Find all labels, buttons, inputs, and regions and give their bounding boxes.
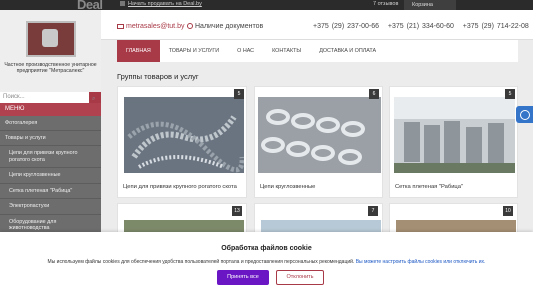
nav-about[interactable]: О НАС — [228, 40, 263, 62]
company-name: Частное производственное унитарное предп… — [4, 62, 97, 75]
company-logo[interactable] — [26, 21, 76, 57]
card-caption[interactable]: Цепи круглозвенные — [260, 184, 315, 190]
reviews-link[interactable]: 7 отзывов — [373, 1, 398, 7]
email-text: metrasales@tut.by — [126, 23, 185, 30]
main-nav: ГЛАВНАЯ ТОВАРЫ И УСЛУГИ О НАС КОНТАКТЫ Д… — [117, 40, 518, 62]
nav-products[interactable]: ТОВАРЫ И УСЛУГИ — [160, 40, 228, 62]
cookie-text: Мы используем файлы cookies для обеспече… — [0, 259, 533, 265]
envelope-icon — [117, 23, 124, 29]
phone-1[interactable]: +375 (29) 237-00-66 — [313, 23, 379, 30]
mesh-rolls-photo[interactable] — [394, 97, 515, 173]
check-icon — [187, 23, 193, 30]
product-card[interactable]: 5 Цепи для привязи крупного рогатого ско… — [117, 86, 247, 198]
sidebar-item-products[interactable]: Товары и услуги — [0, 131, 101, 146]
company-block: Частное производственное унитарное предп… — [0, 10, 101, 92]
email-link[interactable]: metrasales@tut.by — [117, 23, 184, 30]
photo-count-badge: 10 — [503, 206, 513, 216]
phone-2[interactable]: +375 (21) 334-60-60 — [388, 23, 454, 30]
sell-link[interactable]: Начать продавать на Deal.by — [120, 1, 202, 7]
sidebar-item-mesh[interactable]: Сетка плетеная "Рабица" — [0, 184, 101, 199]
documents-link[interactable]: Наличие документов — [187, 23, 263, 30]
sell-link-label: Начать продавать на Deal.by — [128, 1, 202, 7]
cookie-banner: Обработка файлов cookie Мы используем фа… — [0, 232, 533, 300]
nav-contacts[interactable]: КОНТАКТЫ — [263, 40, 310, 62]
sidebar-menu: Фотогалерея Товары и услуги Цепи для при… — [0, 116, 101, 237]
page-title: Группы товаров и услуг — [117, 72, 199, 81]
photo-count-badge: 13 — [232, 206, 242, 216]
chains-pile-photo[interactable] — [124, 97, 244, 173]
product-card[interactable]: 5 Сетка плетеная "Рабица" — [389, 86, 518, 198]
accept-all-button[interactable]: Принять все — [217, 270, 269, 285]
photo-count-badge: 6 — [369, 89, 379, 99]
site-header: metrasales@tut.by Наличие документов +37… — [101, 10, 533, 40]
menu-title: МЕНЮ — [0, 103, 101, 116]
search-icon: ⌕ — [92, 96, 96, 102]
search-box[interactable]: Поиск... ⌕ — [0, 92, 101, 103]
cookie-settings-link[interactable]: Вы можете настроить файлы cookies или от… — [356, 259, 486, 265]
photo-count-badge: 5 — [234, 89, 244, 99]
top-bar: Deal Начать продавать на Deal.by 7 отзыв… — [0, 0, 533, 12]
decline-button[interactable]: Отклонить — [276, 270, 324, 285]
cart-label: Корзина — [412, 2, 433, 8]
search-input[interactable]: Поиск... — [3, 94, 25, 100]
photo-count-badge: 7 — [368, 206, 378, 216]
sidebar-item-round-chains[interactable]: Цепи круглозвенные — [0, 168, 101, 184]
product-card[interactable]: 6 Цепи круглозвенные — [254, 86, 383, 198]
cart-button[interactable]: Корзина — [404, 0, 456, 10]
steel-chain-photo[interactable] — [258, 97, 381, 173]
cookie-title: Обработка файлов cookie — [221, 245, 312, 252]
search-button[interactable]: ⌕ — [89, 92, 101, 103]
card-caption[interactable]: Сетка плетеная "Рабица" — [395, 184, 463, 190]
phone-3[interactable]: +375 (29) 714-22-08 — [463, 23, 529, 30]
phone-list: +375 (29) 237-00-66 +375 (21) 334-60-60 … — [313, 23, 529, 30]
card-caption[interactable]: Цепи для привязи крупного рогатого скота — [123, 184, 237, 190]
sidebar-item-gallery[interactable]: Фотогалерея — [0, 116, 101, 131]
nav-home[interactable]: ГЛАВНАЯ — [117, 40, 160, 62]
documents-text: Наличие документов — [195, 23, 264, 30]
sidebar-item-electric-fence[interactable]: Электропастухи — [0, 199, 101, 215]
accessibility-icon[interactable] — [516, 106, 533, 123]
photo-count-badge: 5 — [505, 89, 515, 99]
nav-delivery[interactable]: ДОСТАВКА И ОПЛАТА — [310, 40, 385, 62]
cookie-description: Мы используем файлы cookies для обеспече… — [47, 259, 355, 265]
store-icon — [120, 1, 125, 7]
sidebar-item-cattle-chains[interactable]: Цепи для привязи крупного рогатого скота — [0, 146, 101, 168]
